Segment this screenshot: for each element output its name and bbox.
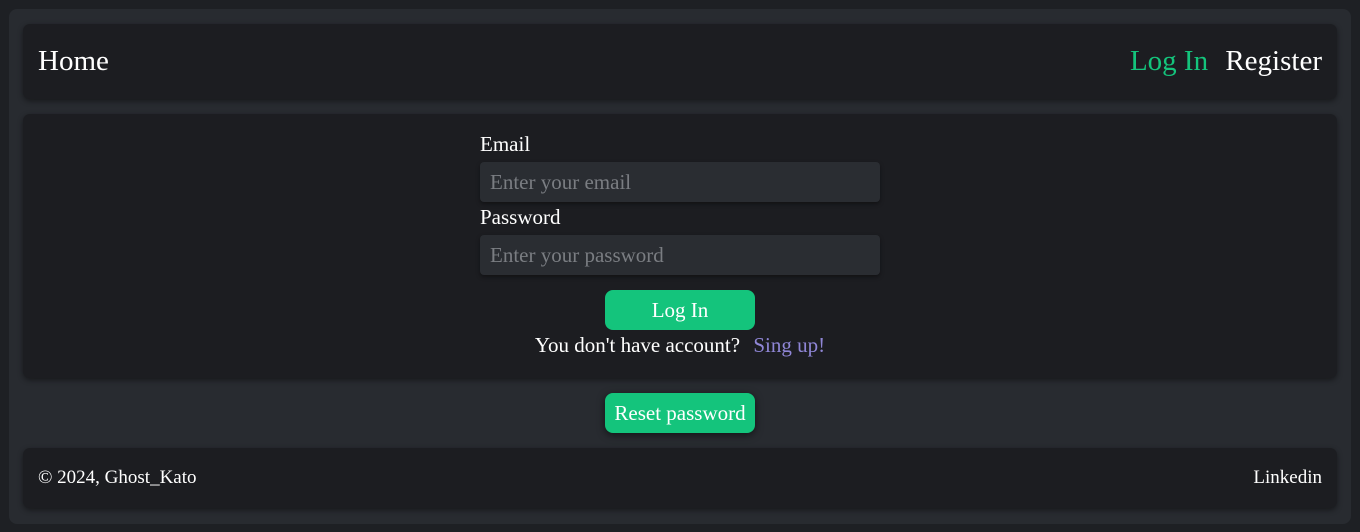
login-form-panel: Email Password Log In You don't have acc… xyxy=(23,114,1337,378)
email-label: Email xyxy=(480,132,531,156)
password-label: Password xyxy=(480,205,561,229)
page-container: Home Log In Register Email Password Log … xyxy=(9,9,1351,524)
login-button[interactable]: Log In xyxy=(605,290,755,330)
email-input[interactable] xyxy=(480,162,880,202)
nav-home-link[interactable]: Home xyxy=(38,24,109,99)
nav-auth-links: Log In Register xyxy=(1130,24,1322,99)
nav-login-link[interactable]: Log In xyxy=(1130,45,1208,77)
navbar: Home Log In Register xyxy=(23,24,1337,99)
signup-row: You don't have account? Sing up! xyxy=(23,333,1337,358)
footer-copyright: © 2024, Ghost_Kato xyxy=(38,467,197,488)
password-input[interactable] xyxy=(480,235,880,275)
signup-link[interactable]: Sing up! xyxy=(753,333,825,357)
footer-linkedin-link[interactable]: Linkedin xyxy=(1253,448,1322,508)
footer: © 2024, Ghost_Kato Linkedin xyxy=(23,448,1337,508)
signup-prompt: You don't have account? xyxy=(534,333,741,357)
nav-register-link[interactable]: Register xyxy=(1225,45,1322,77)
reset-password-button[interactable]: Reset password xyxy=(605,393,755,433)
